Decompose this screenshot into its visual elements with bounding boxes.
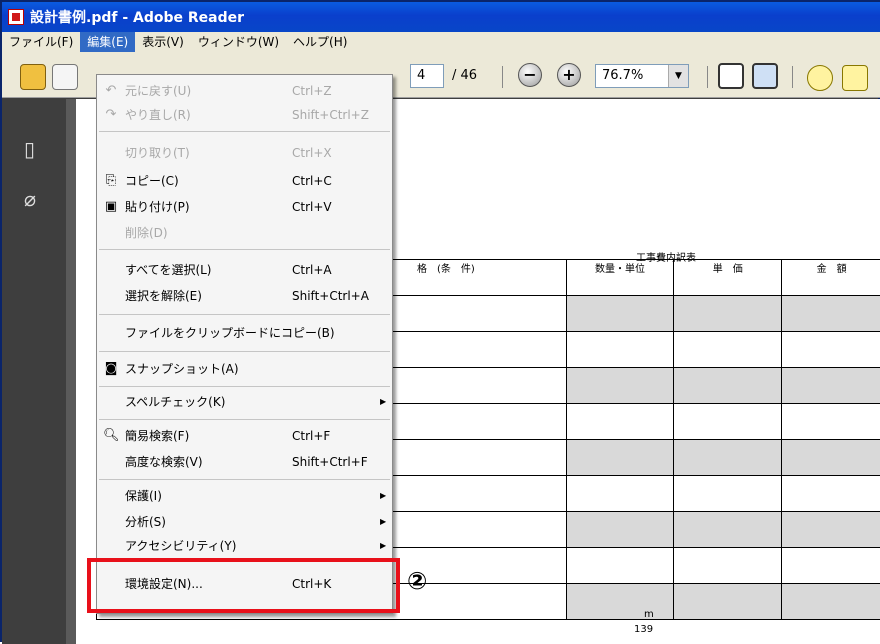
menu-item-select-all[interactable]: すべてを選択(L) Ctrl+A <box>97 258 392 282</box>
zoom-value: 76.7% <box>602 68 643 83</box>
page-number-input[interactable]: 4 <box>410 64 444 88</box>
menu-item-find[interactable]: 🔍︎ 簡易検索(F) Ctrl+F <box>97 424 392 448</box>
app-window: 設計書例.pdf - Adobe Reader ファイル(F) 編集(E) 表示… <box>0 0 880 642</box>
submenu-arrow-icon: ▶ <box>380 534 386 558</box>
menu-edit[interactable]: 編集(E) <box>80 32 135 52</box>
header-amount: 金 額 <box>782 260 880 296</box>
pages-icon[interactable]: ▯ <box>24 137 44 161</box>
menu-help[interactable]: ヘルプ(H) <box>286 32 354 52</box>
step-marker: ② <box>407 567 427 595</box>
menu-item-delete[interactable]: 削除(D) <box>97 221 392 245</box>
menu-item-deselect-all[interactable]: 選択を解除(E) Shift+Ctrl+A <box>97 284 392 308</box>
menu-item-protect[interactable]: 保護(I) ▶ <box>97 484 392 508</box>
menu-item-paste[interactable]: ▣ 貼り付け(P) Ctrl+V <box>97 195 392 219</box>
menu-item-redo[interactable]: ↷ やり直し(R) Shift+Ctrl+Z <box>97 103 392 127</box>
zoom-out-button[interactable]: − <box>518 63 542 87</box>
title-bar[interactable]: 設計書例.pdf - Adobe Reader <box>2 2 880 32</box>
undo-icon: ↶ <box>103 83 119 99</box>
menu-item-advanced-search[interactable]: 高度な検索(V) Shift+Ctrl+F <box>97 450 392 474</box>
menu-view[interactable]: 表示(V) <box>135 32 191 52</box>
paste-icon: ▣ <box>103 199 119 215</box>
header-quantity: 数量・単位 <box>566 260 674 296</box>
edit-menu-dropdown: ↶ 元に戻す(U) Ctrl+Z ↷ やり直し(R) Shift+Ctrl+Z … <box>96 74 393 614</box>
menu-item-undo[interactable]: ↶ 元に戻す(U) Ctrl+Z <box>97 79 392 103</box>
highlight-icon[interactable] <box>842 65 868 91</box>
navigation-pane: ▯ ⌀ <box>2 99 66 644</box>
menu-window[interactable]: ウィンドウ(W) <box>191 32 286 52</box>
open-file-icon[interactable] <box>20 64 46 90</box>
fit-width-icon[interactable] <box>752 63 778 89</box>
adobe-reader-icon <box>8 9 24 25</box>
attachment-icon[interactable]: ⌀ <box>24 187 44 211</box>
fit-page-icon[interactable] <box>718 63 744 89</box>
submenu-arrow-icon: ▶ <box>380 484 386 508</box>
menu-file[interactable]: ファイル(F) <box>2 32 80 52</box>
quantity-unit: m <box>644 609 654 620</box>
zoom-in-button[interactable]: + <box>557 63 581 87</box>
menu-item-accessibility[interactable]: アクセシビリティ(Y) ▶ <box>97 534 392 558</box>
chevron-down-icon[interactable]: ▼ <box>668 65 688 87</box>
quantity-value: 139 <box>634 624 653 635</box>
menu-bar: ファイル(F) 編集(E) 表示(V) ウィンドウ(W) ヘルプ(H) <box>2 32 880 52</box>
submenu-arrow-icon: ▶ <box>380 390 386 414</box>
menu-item-spellcheck[interactable]: スペルチェック(K) ▶ <box>97 390 392 414</box>
search-icon: 🔍︎ <box>103 428 119 444</box>
copy-icon: ⎘ <box>103 173 119 189</box>
create-pdf-icon[interactable] <box>52 64 78 90</box>
submenu-arrow-icon: ▶ <box>380 510 386 534</box>
zoom-select[interactable]: 76.7% ▼ <box>595 64 689 88</box>
comment-icon[interactable] <box>807 65 833 91</box>
header-unit-price: 単 価 <box>674 260 782 296</box>
menu-item-copy-file[interactable]: ファイルをクリップボードにコピー(B) <box>97 321 392 345</box>
menu-item-cut[interactable]: 切り取り(T) Ctrl+X <box>97 141 392 165</box>
menu-item-copy[interactable]: ⎘ コピー(C) Ctrl+C <box>97 169 392 193</box>
redo-icon: ↷ <box>103 107 119 123</box>
page-total: / 46 <box>452 68 477 83</box>
window-title: 設計書例.pdf - Adobe Reader <box>30 7 244 27</box>
highlight-box <box>87 558 400 613</box>
menu-item-analyze[interactable]: 分析(S) ▶ <box>97 510 392 534</box>
camera-icon: ◙ <box>103 361 119 377</box>
menu-item-snapshot[interactable]: ◙ スナップショット(A) <box>97 357 392 381</box>
